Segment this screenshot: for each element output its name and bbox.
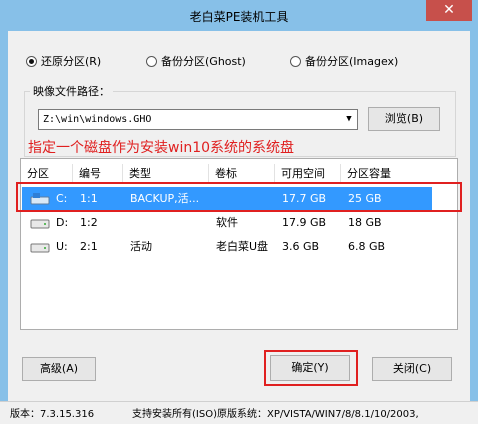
cell-partition: D: [56, 216, 69, 229]
status-bar: 版本：7.3.15.316 支持安装所有(ISO)原版系统：XP/VISTA/W… [0, 401, 478, 424]
window-close-button[interactable]: ✕ [426, 0, 472, 21]
chevron-down-icon[interactable]: ▼ [341, 110, 357, 129]
cell-number: 2:1 [80, 240, 98, 253]
supported-systems-text: 支持安装所有(ISO)原版系统：XP/VISTA/WIN7/8/8.1/10/2… [132, 409, 419, 420]
cell-type: 活动 [130, 240, 152, 253]
cell-label: 老白菜U盘 [216, 240, 269, 253]
advanced-button[interactable]: 高级(A) [22, 357, 96, 381]
cell-number: 1:2 [80, 216, 98, 229]
col-partition[interactable]: 分区 [21, 164, 73, 184]
window-title: 老白菜PE装机工具 [189, 10, 289, 24]
image-path-label: 映像文件路径： [30, 83, 113, 99]
radio-restore-partition[interactable]: 还原分区(R) [26, 53, 101, 69]
image-path-combobox[interactable]: Z:\win\windows.GHO ▼ [38, 109, 358, 130]
image-path-value: Z:\win\windows.GHO [43, 114, 152, 125]
cell-type [124, 211, 210, 235]
col-label[interactable]: 卷标 [209, 164, 275, 184]
version-text: 版本：7.3.15.316 [10, 409, 95, 420]
cell-free: 3.6 GB [282, 240, 320, 253]
radio-backup-ghost[interactable]: 备份分区(Ghost) [146, 53, 246, 69]
radio-backup-imagex-label: 备份分区(Imagex) [305, 55, 399, 68]
table-row[interactable]: D: 1:2 软件 17.9 GB 18 GB [22, 211, 432, 235]
title-bar[interactable]: 老白菜PE装机工具 ✕ [0, 0, 478, 31]
col-number[interactable]: 编号 [73, 164, 123, 184]
cell-label: 软件 [216, 216, 238, 229]
cell-partition: U: [56, 240, 68, 253]
cell-capacity: 6.8 GB [348, 240, 386, 253]
hard-drive-icon [30, 219, 50, 229]
radio-dot[interactable] [290, 55, 301, 67]
radio-restore-label: 还原分区(R) [41, 55, 102, 68]
radio-dot-checked[interactable] [26, 55, 37, 67]
installer-window: 老白菜PE装机工具 ✕ 还原分区(R) 备份分区(Ghost) 备份分区(Ima… [0, 0, 478, 424]
table-header: 分区 编号 类型 卷标 可用空间 分区容量 [21, 164, 457, 184]
highlight-ok-button [264, 350, 358, 386]
highlight-selected-row [16, 182, 462, 212]
table-row[interactable]: U: 2:1 活动 老白菜U盘 3.6 GB 6.8 GB [22, 235, 432, 259]
col-capacity[interactable]: 分区容量 [341, 164, 431, 184]
radio-dot[interactable] [146, 55, 157, 67]
main-panel: 还原分区(R) 备份分区(Ghost) 备份分区(Imagex) 映像文件路径：… [8, 31, 470, 401]
radio-backup-imagex[interactable]: 备份分区(Imagex) [290, 53, 398, 69]
usb-drive-icon [30, 243, 50, 253]
cell-free: 17.9 GB [282, 216, 327, 229]
radio-backup-ghost-label: 备份分区(Ghost) [161, 55, 246, 68]
col-free-space[interactable]: 可用空间 [275, 164, 341, 184]
cell-capacity: 18 GB [348, 216, 382, 229]
close-button[interactable]: 关闭(C) [372, 357, 452, 381]
col-type[interactable]: 类型 [123, 164, 209, 184]
browse-button[interactable]: 浏览(B) [368, 107, 440, 131]
instruction-annotation: 指定一个磁盘作为安装win10系统的系统盘 [28, 140, 295, 156]
